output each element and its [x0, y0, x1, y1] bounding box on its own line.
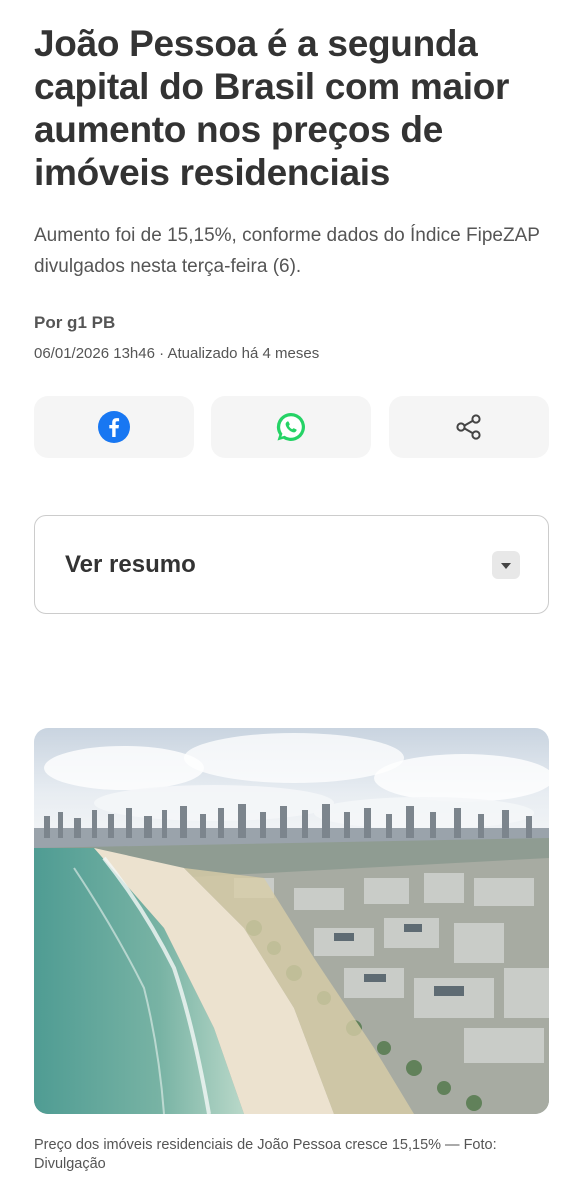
meta-separator: ·: [154, 345, 168, 362]
share-more-button[interactable]: [389, 396, 549, 458]
share-facebook-button[interactable]: [34, 396, 194, 458]
share-icon: [456, 414, 481, 440]
article-subtitle: Aumento foi de 15,15%, conforme dados do…: [34, 225, 540, 277]
article-photo[interactable]: [34, 728, 549, 1114]
article-headline: João Pessoa é a segunda capital do Brasi…: [34, 23, 510, 193]
whatsapp-icon: [276, 412, 305, 441]
chevron-down-icon: [492, 550, 520, 579]
share-whatsapp-button[interactable]: [211, 396, 371, 458]
summary-label: Ver resumo: [65, 550, 196, 578]
article-meta: 06/01/2026 13h46 · Atualizado há 4 meses: [34, 345, 319, 362]
article-author[interactable]: Por g1 PB: [34, 313, 115, 333]
publish-date: 06/01/2026 13h46: [34, 345, 155, 362]
updated-time: Atualizado há 4 meses: [167, 345, 320, 362]
summary-toggle[interactable]: Ver resumo: [34, 515, 549, 614]
facebook-icon: [98, 411, 130, 443]
city-beach-image: [34, 728, 549, 1114]
photo-caption: Preço dos imóveis residenciais de João P…: [34, 1137, 497, 1172]
